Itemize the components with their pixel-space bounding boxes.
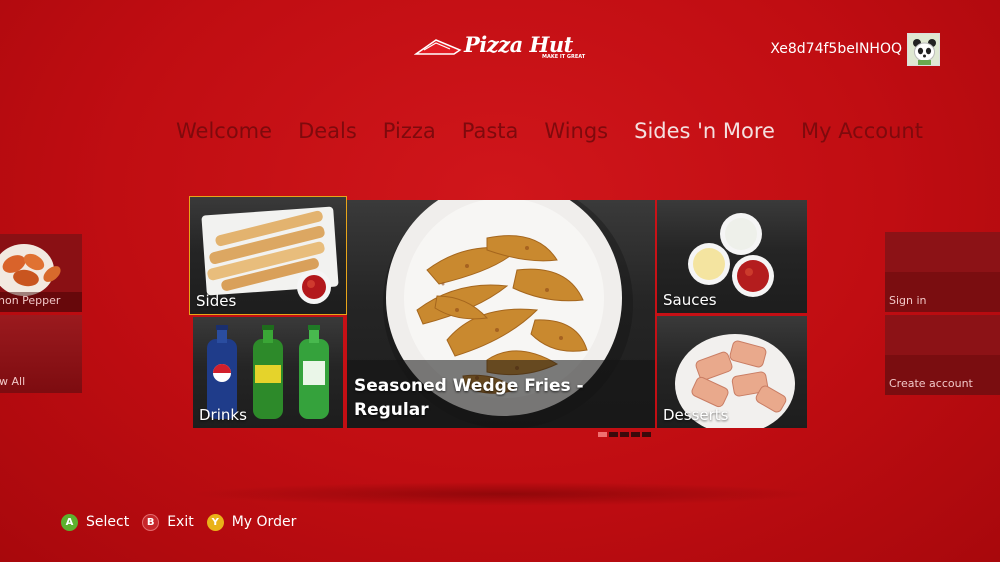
roof-icon	[414, 39, 462, 55]
desserts-label: Desserts	[663, 406, 729, 424]
page-indicator	[598, 432, 651, 437]
sides-label: Sides	[196, 292, 237, 310]
panda-avatar-icon	[908, 34, 939, 65]
page-dot-4	[631, 432, 640, 437]
page-dot-1	[598, 432, 607, 437]
page-dot-5	[642, 432, 651, 437]
page-dot-2	[609, 432, 618, 437]
featured-item-tile[interactable]: Seasoned Wedge Fries - Regular	[347, 200, 655, 428]
tab-deals[interactable]: Deals	[298, 116, 357, 146]
desserts-tile[interactable]: Desserts	[657, 316, 807, 428]
tab-pasta[interactable]: Pasta	[462, 116, 519, 146]
y-button-icon: Y	[206, 513, 224, 531]
prev-tile-top[interactable]: non Pepper	[0, 234, 82, 312]
b-button-icon: B	[142, 513, 160, 531]
sign-in-tile[interactable]: Sign in	[885, 232, 1000, 312]
drinks-label: Drinks	[199, 406, 247, 424]
sauces-tile[interactable]: Sauces	[657, 200, 807, 313]
prev-tile-bottom[interactable]: w All	[0, 315, 82, 393]
tab-welcome[interactable]: Welcome	[176, 116, 272, 146]
main-nav: Welcome Deals Pizza Pasta Wings Sides 'n…	[176, 116, 923, 146]
avatar[interactable]	[907, 33, 940, 66]
gamertag: Xe8d74f5beINHOQ	[770, 41, 902, 57]
create-account-tile[interactable]: Create account	[885, 315, 1000, 395]
prev-tile-bottom-label: w All	[0, 375, 26, 388]
create-account-label: Create account	[889, 377, 973, 390]
prev-tile-top-label: non Pepper	[0, 294, 61, 307]
sauces-label: Sauces	[663, 291, 717, 309]
pizza-hut-logo: Pizza Hut MAKE IT GREAT	[414, 32, 590, 64]
tab-sides-n-more[interactable]: Sides 'n More	[634, 116, 775, 146]
page-dot-3	[620, 432, 629, 437]
sides-tile[interactable]: Sides	[189, 196, 347, 315]
button-legend: A Select B Exit Y My Order	[61, 512, 309, 532]
select-action[interactable]: Select	[86, 514, 129, 530]
tab-my-account[interactable]: My Account	[801, 116, 923, 146]
tab-pizza[interactable]: Pizza	[383, 116, 436, 146]
tab-wings[interactable]: Wings	[544, 116, 608, 146]
featured-item-title: Seasoned Wedge Fries - Regular	[354, 376, 584, 420]
a-button-icon: A	[61, 513, 78, 531]
drinks-tile[interactable]: Drinks	[193, 317, 343, 428]
exit-action[interactable]: Exit	[167, 514, 194, 530]
tile-reflection	[190, 482, 820, 506]
logo-tagline: MAKE IT GREAT	[542, 54, 586, 60]
my-order-action[interactable]: My Order	[232, 514, 297, 530]
sign-in-label: Sign in	[889, 294, 927, 307]
